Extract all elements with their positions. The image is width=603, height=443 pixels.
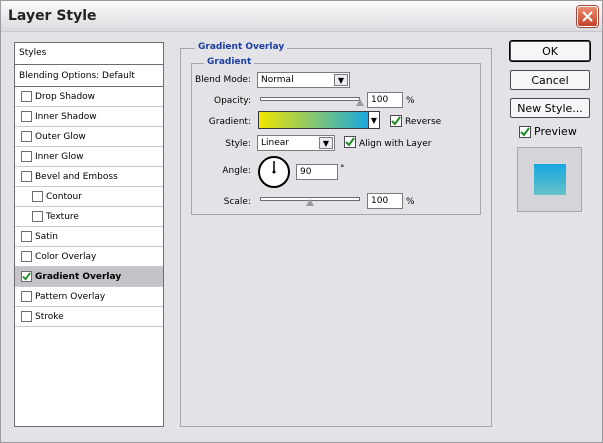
angle-input[interactable]: 90 [296, 164, 338, 180]
reverse-checkbox[interactable] [390, 115, 402, 127]
styles-item-pattern-overlay[interactable]: Pattern Overlay [15, 287, 163, 307]
angle-label: Angle: [222, 166, 251, 176]
gradient-picker[interactable] [258, 111, 370, 129]
style-checkbox[interactable] [32, 191, 43, 202]
styles-item-inner-shadow[interactable]: Inner Shadow [15, 107, 163, 127]
close-icon [582, 11, 593, 22]
chevron-down-icon: ▼ [319, 137, 333, 149]
style-checkbox[interactable] [21, 271, 32, 282]
styles-item-gradient-overlay[interactable]: Gradient Overlay [15, 267, 163, 287]
styles-item-outer-glow[interactable]: Outer Glow [15, 127, 163, 147]
opacity-label: Opacity: [214, 96, 251, 106]
gradient-dropdown-button[interactable]: ▼ [368, 111, 380, 129]
scale-label: Scale: [223, 197, 251, 207]
ok-button[interactable]: OK [510, 41, 590, 61]
styles-item-bevel-and-emboss[interactable]: Bevel and Emboss [15, 167, 163, 187]
checkmark-icon [345, 137, 355, 147]
ok-button-label: OK [542, 44, 558, 58]
style-checkbox[interactable] [21, 111, 32, 122]
align-with-layer-label: Align with Layer [359, 139, 432, 149]
styles-header-label: Styles [19, 48, 47, 58]
gradient-overlay-title: Gradient Overlay [195, 42, 288, 52]
style-checkbox[interactable] [21, 251, 32, 262]
style-item-label: Color Overlay [35, 252, 97, 262]
style-value: Linear [261, 138, 289, 148]
style-checkbox[interactable] [21, 91, 32, 102]
scale-input[interactable]: 100 [367, 193, 403, 209]
style-checkbox[interactable] [32, 211, 43, 222]
styles-item-texture[interactable]: Texture [15, 207, 163, 227]
styles-item-inner-glow[interactable]: Inner Glow [15, 147, 163, 167]
new-style-button-label: New Style... [517, 101, 583, 115]
style-checkbox[interactable] [21, 131, 32, 142]
reverse-label: Reverse [405, 117, 442, 127]
style-item-label: Pattern Overlay [35, 292, 106, 302]
close-button[interactable] [577, 6, 598, 27]
checkmark-icon [520, 127, 530, 137]
title-bar[interactable]: Layer Style [1, 1, 602, 32]
blending-options-item[interactable]: Blending Options: Default [15, 65, 163, 87]
preview-swatch [534, 164, 566, 195]
style-checkbox[interactable] [21, 231, 32, 242]
styles-item-satin[interactable]: Satin [15, 227, 163, 247]
style-item-label: Gradient Overlay [35, 272, 122, 282]
layer-style-window: Layer Style Styles Blending Options: Def… [0, 0, 603, 443]
scale-value: 100 [371, 196, 389, 206]
blend-mode-value: Normal [261, 75, 294, 85]
window-title: Layer Style [8, 8, 97, 24]
chevron-down-icon: ▼ [334, 74, 348, 86]
preview-checkbox[interactable] [519, 126, 531, 138]
style-item-label: Satin [35, 232, 58, 242]
blend-mode-select[interactable]: Normal ▼ [257, 72, 350, 88]
gradient-group-title: Gradient [204, 57, 255, 67]
angle-needle-icon [272, 161, 276, 174]
angle-value: 90 [300, 167, 312, 177]
cancel-button[interactable]: Cancel [510, 70, 590, 90]
blend-mode-label: Blend Mode: [194, 75, 251, 85]
blending-options-label: Blending Options: Default [19, 71, 135, 81]
chevron-down-icon: ▼ [370, 115, 378, 125]
preview-label: Preview [534, 125, 577, 138]
checkmark-icon [391, 116, 401, 126]
style-select[interactable]: Linear ▼ [257, 135, 335, 151]
scale-slider-thumb[interactable] [306, 199, 314, 206]
opacity-slider[interactable] [260, 97, 360, 101]
style-item-label: Stroke [35, 312, 64, 322]
styles-item-color-overlay[interactable]: Color Overlay [15, 247, 163, 267]
style-item-label: Bevel and Emboss [35, 172, 118, 182]
styles-item-stroke[interactable]: Stroke [15, 307, 163, 327]
opacity-unit: % [406, 96, 415, 106]
style-checkbox[interactable] [21, 171, 32, 182]
style-checkbox[interactable] [21, 311, 32, 322]
checkmark-icon [22, 272, 31, 281]
style-item-label: Outer Glow [35, 132, 86, 142]
cancel-button-label: Cancel [531, 73, 569, 87]
style-item-label: Inner Glow [35, 152, 84, 162]
styles-header[interactable]: Styles [15, 43, 163, 65]
angle-dial[interactable] [258, 156, 290, 188]
align-with-layer-checkbox[interactable] [344, 136, 356, 148]
new-style-button[interactable]: New Style... [510, 98, 590, 118]
style-item-label: Inner Shadow [35, 112, 97, 122]
styles-item-contour[interactable]: Contour [15, 187, 163, 207]
style-item-label: Drop Shadow [35, 92, 96, 102]
style-checkbox[interactable] [21, 151, 32, 162]
style-item-label: Contour [46, 192, 82, 202]
style-item-label: Texture [46, 212, 79, 222]
styles-list-panel: Styles Blending Options: Default Drop Sh… [14, 42, 164, 427]
scale-unit: % [406, 197, 415, 207]
style-checkbox[interactable] [21, 291, 32, 302]
angle-unit: ° [340, 164, 345, 174]
opacity-value: 100 [371, 95, 389, 105]
gradient-label: Gradient: [208, 117, 251, 127]
style-label: Style: [225, 139, 251, 149]
opacity-input[interactable]: 100 [367, 92, 403, 108]
opacity-slider-thumb[interactable] [356, 99, 364, 106]
styles-item-drop-shadow[interactable]: Drop Shadow [15, 87, 163, 107]
